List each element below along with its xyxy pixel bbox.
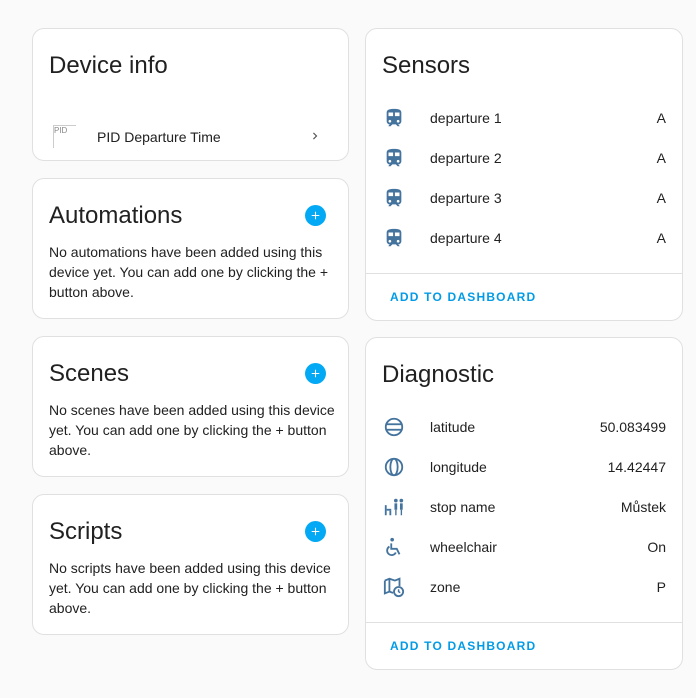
sensor-name: departure 1 — [430, 110, 502, 126]
latitude-icon — [382, 415, 406, 439]
device-info-card: Device info PID PID Departure Time — [32, 28, 349, 161]
sensor-value: A — [656, 150, 666, 166]
diagnostic-row-stop-name[interactable]: stop name Můstek — [382, 487, 666, 527]
diagnostic-value: Můstek — [620, 499, 666, 515]
sensor-name: departure 4 — [430, 230, 502, 246]
sensor-row-departure-3[interactable]: departure 3 A — [382, 178, 666, 218]
diagnostic-name: zone — [430, 579, 461, 595]
train-icon — [382, 146, 406, 170]
diagnostic-name: latitude — [430, 419, 476, 435]
sensors-title: Sensors — [382, 52, 471, 79]
card-divider — [366, 273, 682, 274]
scripts-card: Scripts No scripts have been added using… — [32, 494, 349, 635]
device-name: PID Departure Time — [97, 129, 221, 145]
diagnostic-add-to-dashboard-button[interactable]: ADD TO DASHBOARD — [390, 639, 536, 653]
scenes-card: Scenes No scenes have been added using t… — [32, 336, 349, 477]
diagnostic-name: wheelchair — [430, 539, 497, 555]
scenes-title: Scenes — [49, 360, 130, 387]
diagnostic-name: stop name — [430, 499, 496, 515]
diagnostic-value: On — [647, 539, 666, 555]
diagnostic-card: Diagnostic latitude 50.083499 longitude … — [365, 337, 683, 670]
sensor-row-departure-2[interactable]: departure 2 A — [382, 138, 666, 178]
diagnostic-name: longitude — [430, 459, 487, 475]
map-clock-icon — [382, 575, 406, 599]
sensor-value: A — [656, 230, 666, 246]
add-automation-button[interactable] — [305, 205, 326, 226]
chevron-right-icon — [313, 132, 318, 140]
wheelchair-icon — [382, 535, 406, 559]
train-icon — [382, 226, 406, 250]
diagnostic-row-zone[interactable]: zone P — [382, 567, 666, 607]
scenes-description: No scenes have been added using this dev… — [49, 402, 335, 458]
device-info-title: Device info — [49, 52, 168, 79]
train-icon — [382, 186, 406, 210]
sensor-name: departure 3 — [430, 190, 502, 206]
sensor-row-departure-4[interactable]: departure 4 A — [382, 218, 666, 258]
plus-icon — [311, 527, 320, 536]
automations-description: No automations have been added using thi… — [49, 244, 329, 300]
add-script-button[interactable] — [305, 521, 326, 542]
diagnostic-value: 50.083499 — [599, 419, 666, 435]
bus-stop-icon — [382, 495, 406, 519]
card-divider — [366, 622, 682, 623]
automations-card: Automations No automations have been add… — [32, 178, 349, 319]
diagnostic-value: P — [656, 579, 666, 595]
longitude-icon — [382, 455, 406, 479]
diagnostic-row-longitude[interactable]: longitude 14.42447 — [382, 447, 666, 487]
add-scene-button[interactable] — [305, 363, 326, 384]
diagnostic-row-latitude[interactable]: latitude 50.083499 — [382, 407, 666, 447]
train-icon — [382, 106, 406, 130]
plus-icon — [311, 211, 320, 220]
scripts-description: No scripts have been added using this de… — [49, 560, 331, 616]
diagnostic-value: 14.42447 — [607, 459, 666, 475]
plus-icon — [311, 369, 320, 378]
scripts-title: Scripts — [49, 518, 123, 545]
sensor-value: A — [656, 110, 666, 126]
diagnostic-title: Diagnostic — [382, 361, 495, 388]
automations-title: Automations — [49, 202, 183, 229]
sensor-row-departure-1[interactable]: departure 1 A — [382, 98, 666, 138]
device-link[interactable]: PID Departure Time — [33, 117, 348, 157]
sensors-card: Sensors departure 1 A departure 2 A depa… — [365, 28, 683, 321]
sensor-value: A — [656, 190, 666, 206]
diagnostic-row-wheelchair[interactable]: wheelchair On — [382, 527, 666, 567]
sensors-add-to-dashboard-button[interactable]: ADD TO DASHBOARD — [390, 290, 536, 304]
sensor-name: departure 2 — [430, 150, 502, 166]
